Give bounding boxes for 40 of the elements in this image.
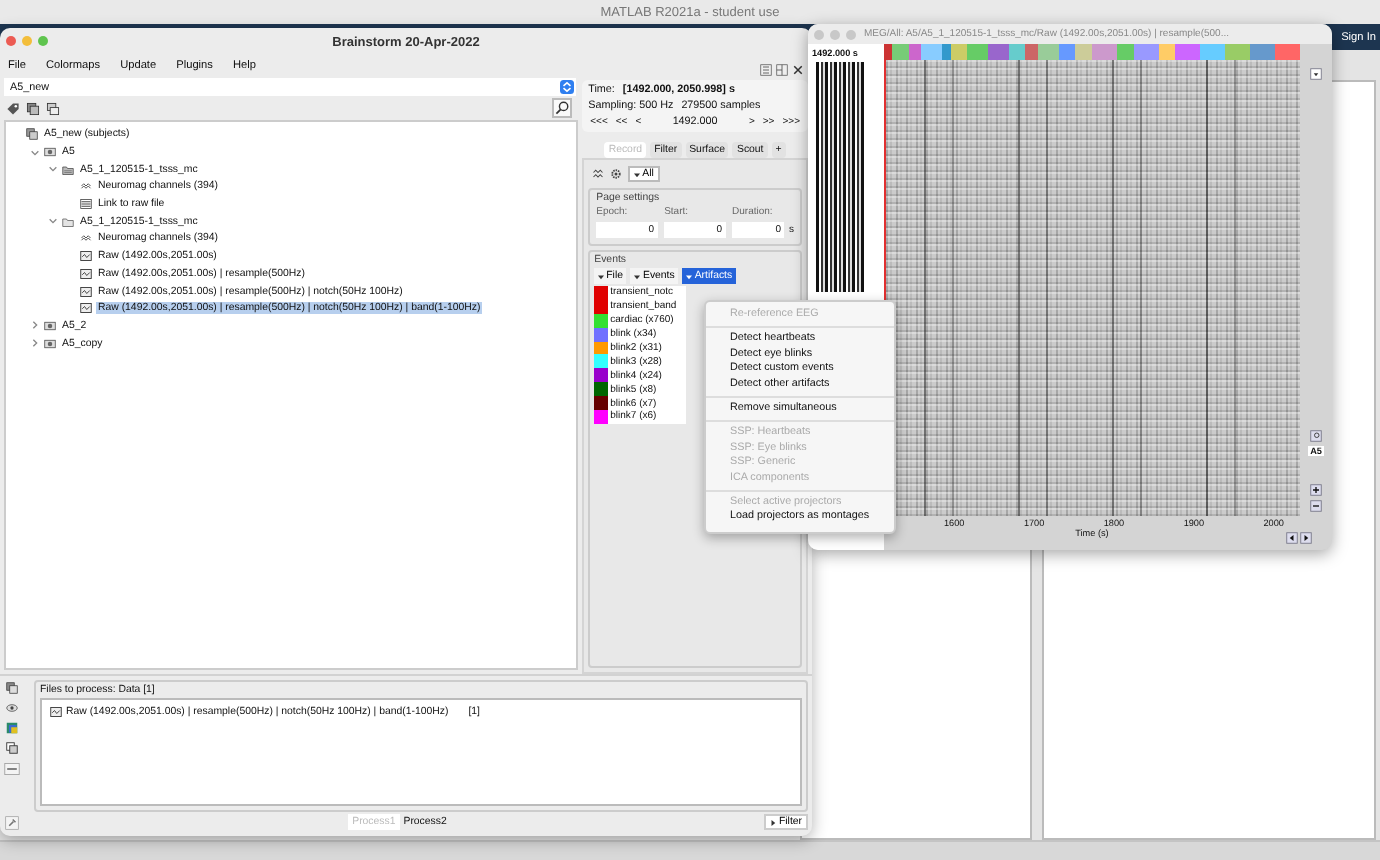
caret-icon bbox=[634, 171, 641, 177]
wrench-icon[interactable] bbox=[4, 816, 20, 830]
plus-icon[interactable] bbox=[1310, 484, 1322, 496]
caret-icon bbox=[598, 273, 605, 279]
copy-icon[interactable] bbox=[6, 742, 18, 754]
data-file-icon bbox=[50, 706, 62, 718]
caret-icon bbox=[770, 819, 777, 825]
minus-icon[interactable] bbox=[1310, 500, 1322, 512]
data-file-icon bbox=[80, 250, 92, 263]
data-file-icon bbox=[80, 267, 92, 280]
chevron-icon[interactable] bbox=[48, 164, 58, 175]
channels-icon bbox=[80, 232, 92, 245]
channels-icon bbox=[80, 180, 92, 193]
close-icon[interactable] bbox=[792, 64, 804, 76]
striped-file-icon bbox=[80, 198, 92, 211]
tag-icon[interactable] bbox=[6, 101, 20, 115]
search-icon[interactable] bbox=[552, 98, 573, 118]
stacked-windows-icon[interactable] bbox=[46, 101, 60, 115]
folder-icon bbox=[62, 163, 74, 176]
chevron-icon[interactable] bbox=[30, 338, 40, 349]
data-file-icon bbox=[80, 285, 92, 298]
stepper-icon bbox=[560, 80, 575, 94]
channels-icon[interactable] bbox=[592, 168, 605, 180]
grid-icon[interactable] bbox=[760, 64, 772, 76]
eye-icon[interactable] bbox=[6, 702, 18, 714]
chevron-icon[interactable] bbox=[48, 216, 58, 227]
chevron-icon[interactable] bbox=[30, 147, 40, 158]
caret-icon bbox=[686, 273, 693, 279]
layout-icon[interactable] bbox=[776, 64, 788, 76]
close-window-icon[interactable] bbox=[6, 36, 16, 46]
colored-square-icon[interactable] bbox=[6, 722, 18, 734]
right-arrow-icon[interactable] bbox=[1299, 532, 1311, 544]
folder-icon bbox=[62, 215, 74, 228]
data-file-icon bbox=[80, 302, 92, 315]
stack-icon[interactable] bbox=[6, 682, 18, 694]
left-arrow-icon[interactable] bbox=[1285, 532, 1297, 544]
caret-icon bbox=[634, 273, 641, 279]
chevron-icon[interactable] bbox=[30, 320, 40, 331]
settings-icon[interactable] bbox=[610, 168, 623, 180]
dropdown-icon[interactable] bbox=[1310, 68, 1322, 80]
